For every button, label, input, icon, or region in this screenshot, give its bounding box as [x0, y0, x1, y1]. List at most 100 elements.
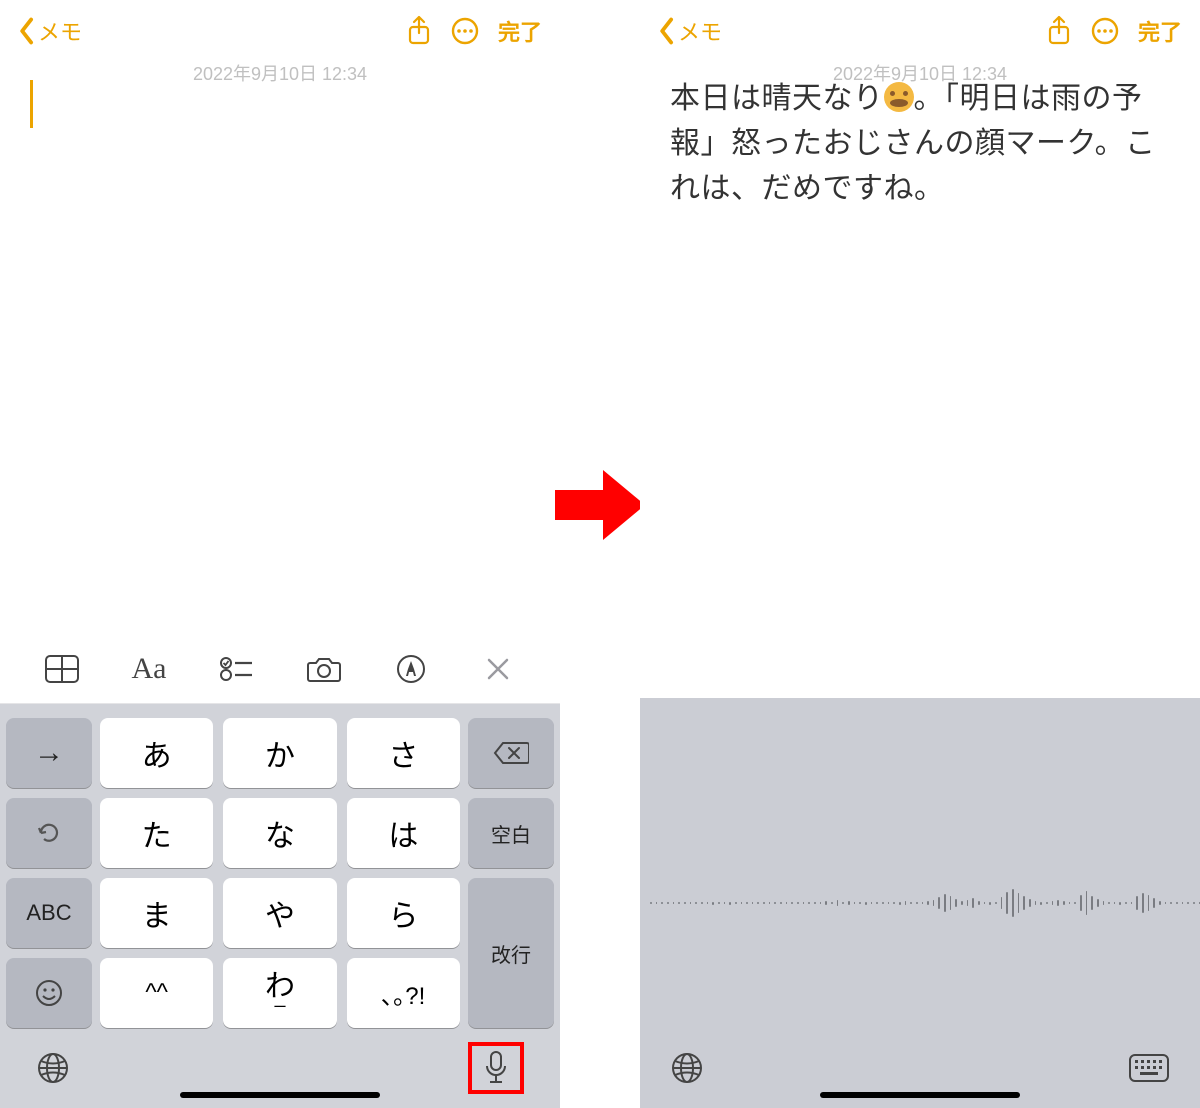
- waveform-bar: [690, 902, 692, 904]
- waveform-bar: [735, 902, 737, 904]
- back-label: メモ: [678, 15, 722, 47]
- note-text-before: 本日は晴天なり: [670, 82, 884, 115]
- done-button[interactable]: 完了: [1138, 15, 1182, 47]
- home-indicator[interactable]: [180, 1092, 380, 1098]
- key-ta[interactable]: た: [100, 798, 213, 868]
- key-ka[interactable]: か: [223, 718, 336, 788]
- waveform-bar: [995, 902, 997, 904]
- keyboard-icon[interactable]: [1128, 1053, 1170, 1083]
- table-icon[interactable]: [42, 649, 82, 689]
- waveform-bar: [724, 902, 726, 904]
- key-backspace[interactable]: [468, 718, 554, 788]
- waveform-bar: [774, 902, 776, 904]
- waveform-bar: [820, 902, 822, 904]
- waveform-bar: [933, 900, 935, 906]
- waveform-bar: [1091, 896, 1093, 910]
- waveform-bar: [1182, 902, 1184, 904]
- key-ma[interactable]: ま: [100, 878, 213, 948]
- waveform-bar: [746, 902, 748, 904]
- waveform-bar: [1018, 893, 1020, 913]
- waveform-bar: [837, 900, 839, 906]
- checklist-icon[interactable]: [216, 649, 256, 689]
- key-undo[interactable]: [6, 798, 92, 868]
- waveform-bar: [712, 902, 714, 905]
- waveform-bar: [1074, 902, 1076, 904]
- waveform-bar: [814, 902, 816, 904]
- waveform-bar: [769, 902, 771, 904]
- key-symbols2[interactable]: ､｡?!: [347, 958, 460, 1028]
- waveform-bar: [1131, 902, 1133, 904]
- waveform-bar: [1035, 901, 1037, 905]
- key-return[interactable]: 改行: [468, 878, 554, 1028]
- done-button[interactable]: 完了: [498, 15, 542, 47]
- waveform-bar: [1046, 902, 1048, 904]
- key-wa[interactable]: わ ー: [223, 958, 336, 1028]
- home-indicator[interactable]: [820, 1092, 1020, 1098]
- waveform-bar: [876, 902, 878, 904]
- waveform-bar: [718, 902, 720, 904]
- waveform-bar: [871, 902, 873, 904]
- note-timestamp: 2022年9月10日 12:34: [833, 60, 1007, 86]
- key-symbols1[interactable]: ^^: [100, 958, 213, 1028]
- waveform-bar: [1063, 901, 1065, 905]
- waveform-bar: [757, 902, 759, 904]
- key-a[interactable]: あ: [100, 718, 213, 788]
- waveform-bar: [678, 902, 680, 904]
- waveform-bar: [854, 902, 856, 904]
- waveform-bar: [1012, 889, 1014, 917]
- key-emoji[interactable]: [6, 958, 92, 1028]
- globe-icon[interactable]: [670, 1051, 704, 1085]
- chevron-left-icon: [18, 17, 34, 45]
- waveform-bar: [1125, 902, 1127, 904]
- waveform-bar: [1108, 902, 1110, 904]
- waveform-bar: [1080, 895, 1082, 911]
- more-icon[interactable]: [450, 16, 480, 46]
- note-timestamp: 2022年9月10日 12:34: [193, 60, 367, 86]
- waveform-bar: [893, 902, 895, 904]
- waveform-bar: [938, 897, 940, 909]
- waveform-bar: [1176, 902, 1178, 904]
- waveform-bar: [922, 902, 924, 904]
- waveform-bar: [1052, 901, 1054, 905]
- voice-input-panel: [640, 698, 1200, 1108]
- back-button[interactable]: メモ: [658, 15, 722, 47]
- globe-icon[interactable]: [36, 1051, 70, 1085]
- waveform-bar: [780, 902, 782, 904]
- waveform-bar: [1097, 899, 1099, 907]
- waveform-bar: [1023, 896, 1025, 910]
- waveform-bar: [1006, 892, 1008, 914]
- waveform-bar: [684, 902, 686, 904]
- key-ha[interactable]: は: [347, 798, 460, 868]
- chevron-left-icon: [658, 17, 674, 45]
- smiling-face-emoji-icon: [884, 82, 914, 112]
- share-icon[interactable]: [406, 15, 432, 47]
- text-style-icon[interactable]: Aa: [129, 649, 169, 689]
- waveform-bar: [673, 902, 675, 904]
- waveform: [640, 878, 1200, 928]
- close-icon[interactable]: [478, 649, 518, 689]
- share-icon[interactable]: [1046, 15, 1072, 47]
- key-na[interactable]: な: [223, 798, 336, 868]
- key-ra[interactable]: ら: [347, 878, 460, 948]
- key-sa[interactable]: さ: [347, 718, 460, 788]
- camera-icon[interactable]: [304, 649, 344, 689]
- waveform-bar: [1148, 895, 1150, 911]
- waveform-bar: [1153, 898, 1155, 908]
- waveform-bar: [1165, 902, 1167, 904]
- mic-button[interactable]: [468, 1042, 524, 1094]
- key-ya[interactable]: や: [223, 878, 336, 948]
- waveform-bar: [763, 902, 765, 904]
- waveform-bar: [1029, 899, 1031, 907]
- waveform-bar: [916, 902, 918, 904]
- key-space[interactable]: 空白: [468, 798, 554, 868]
- more-icon[interactable]: [1090, 16, 1120, 46]
- waveform-bar: [899, 902, 901, 905]
- keyboard[interactable]: → ABC あ か さ た な は ま や ら ^^: [0, 704, 560, 1108]
- markup-icon[interactable]: [391, 649, 431, 689]
- back-button[interactable]: メモ: [18, 15, 82, 47]
- waveform-bar: [707, 902, 709, 904]
- key-arrow-right[interactable]: →: [6, 718, 92, 788]
- waveform-bar: [989, 902, 991, 905]
- waveform-bar: [695, 902, 697, 904]
- key-abc[interactable]: ABC: [6, 878, 92, 948]
